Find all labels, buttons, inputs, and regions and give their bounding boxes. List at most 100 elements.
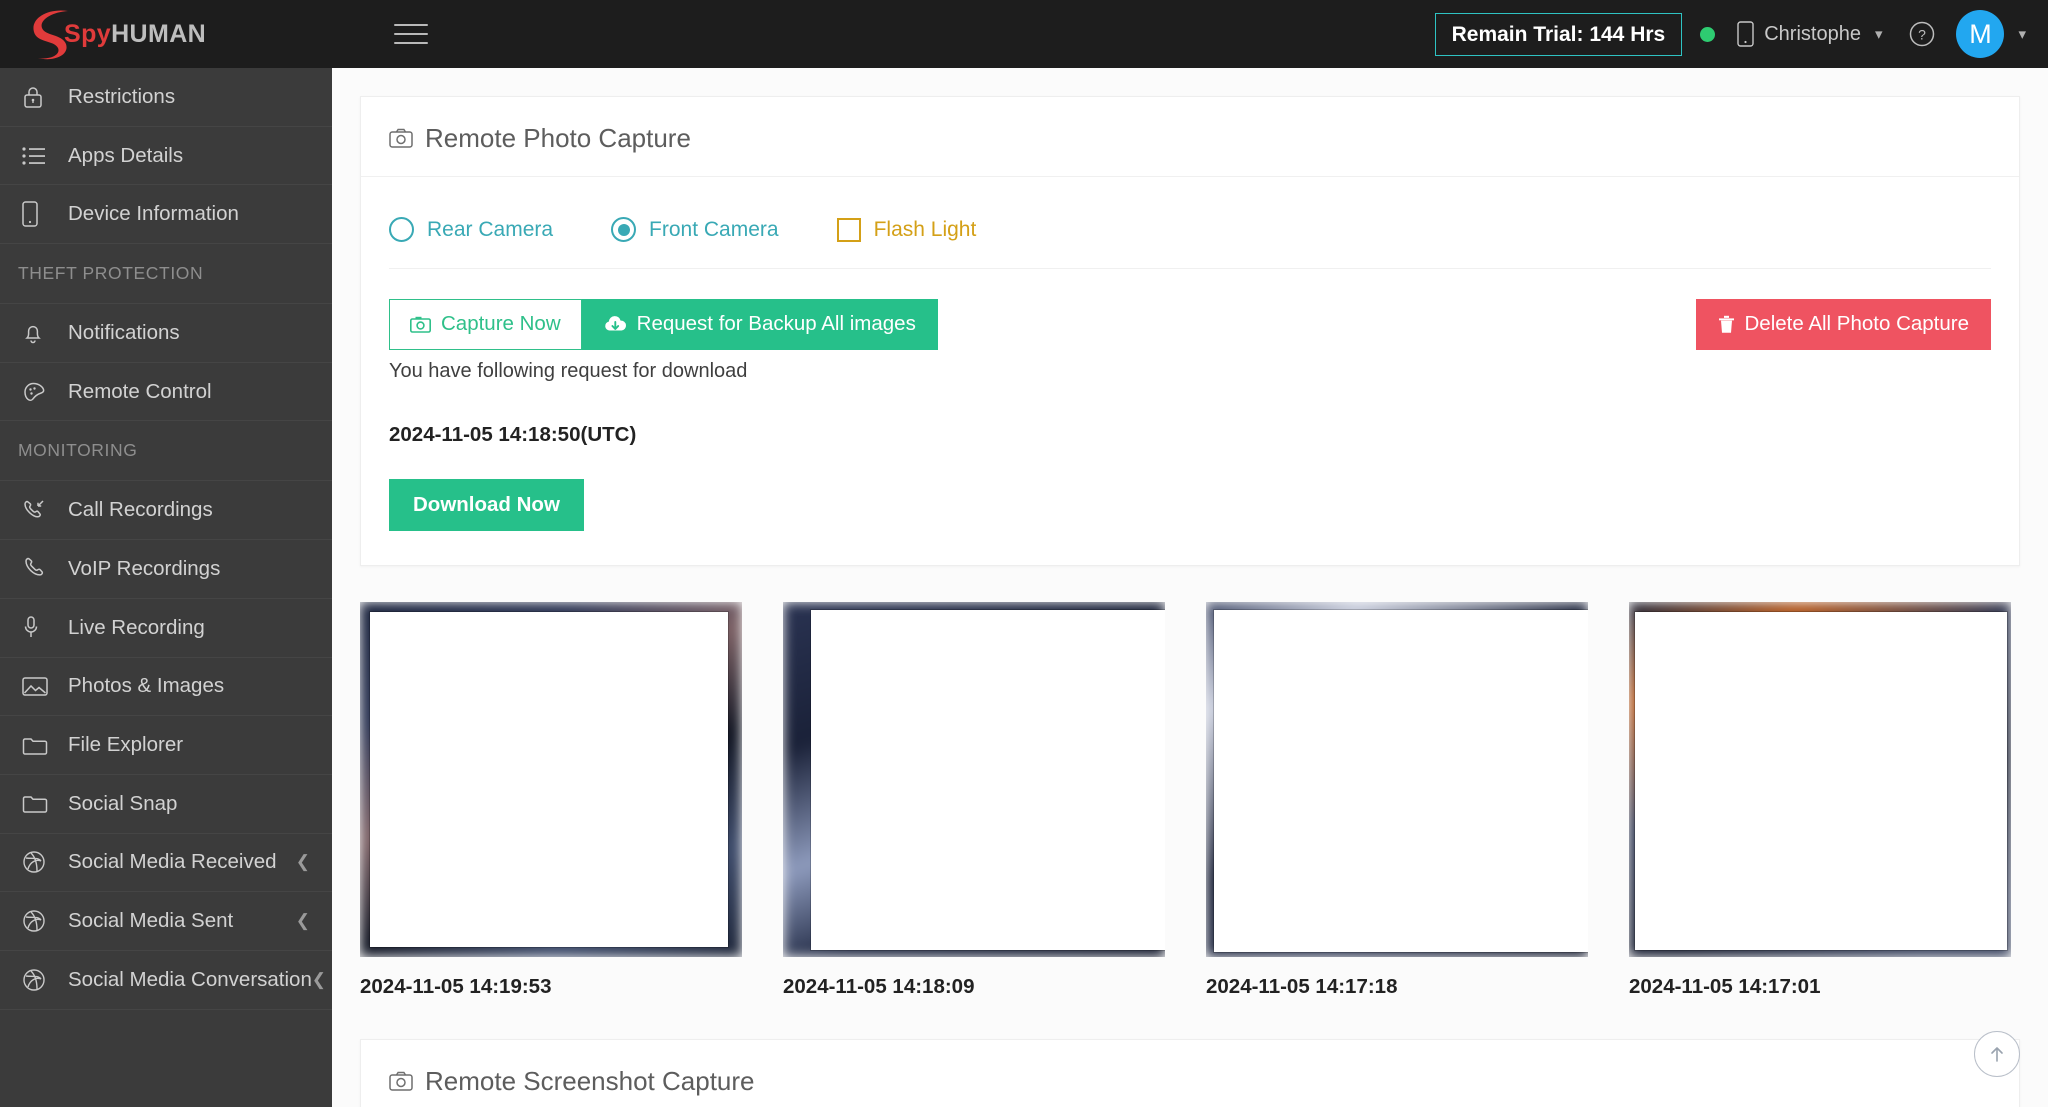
card-title-row: Remote Screenshot Capture xyxy=(361,1040,2019,1107)
photo-thumbnail[interactable] xyxy=(1206,602,1588,957)
top-bar: SpyHUMAN Remain Trial: 144 Hrs Christoph… xyxy=(0,0,2048,68)
list-icon xyxy=(22,146,54,166)
option-rear-camera[interactable]: Rear Camera xyxy=(389,217,553,242)
brand-text: SpyHUMAN xyxy=(64,20,206,49)
option-front-camera[interactable]: Front Camera xyxy=(611,217,779,242)
photo-thumbnail-grid: 2024-11-05 14:19:53 2024-11-05 14:18:09 … xyxy=(360,602,2048,999)
avatar[interactable]: M xyxy=(1956,10,2005,58)
checkbox-flash-light-icon[interactable] xyxy=(836,217,861,242)
device-selector[interactable]: Christophe ▾ xyxy=(1737,21,1882,47)
photo-redaction-overlay xyxy=(370,612,728,947)
dribbble-icon xyxy=(22,909,54,933)
scroll-to-top-button[interactable] xyxy=(1974,1031,2020,1077)
photo-thumbnail[interactable] xyxy=(1629,602,2011,957)
sidebar-item-voip-recordings[interactable]: VoIP Recordings xyxy=(0,540,332,599)
thumbnail-caption: 2024-11-05 14:18:09 xyxy=(783,975,975,998)
sidebar-item-social-media-sent[interactable]: Social Media Sent ❮ xyxy=(0,892,332,951)
device-name: Christophe xyxy=(1764,22,1861,45)
thumbnail-caption: 2024-11-05 14:19:53 xyxy=(360,975,552,998)
menu-toggle-icon[interactable] xyxy=(394,21,428,47)
photo-thumbnail[interactable] xyxy=(360,602,742,957)
camera-options-row: Rear Camera Front Camera Flash Light xyxy=(389,205,1991,269)
thumbnail-cell: 2024-11-05 14:17:18 xyxy=(1206,602,1588,999)
top-bar-right: Remain Trial: 144 Hrs Christophe ▾ ? M ▾ xyxy=(1434,0,2048,68)
option-label: Front Camera xyxy=(649,217,779,241)
option-label: Rear Camera xyxy=(427,217,554,241)
trial-badge[interactable]: Remain Trial: 144 Hrs xyxy=(1434,12,1683,56)
avatar-chevron-down-icon[interactable]: ▾ xyxy=(2018,25,2026,43)
folder-icon xyxy=(22,735,54,756)
cloud-download-icon xyxy=(604,316,626,331)
thumbnail-cell: 2024-11-05 14:17:01 xyxy=(1629,602,2011,999)
remote-screenshot-capture-card: Remote Screenshot Capture xyxy=(360,1039,2020,1107)
thumbnail-caption: 2024-11-05 14:17:01 xyxy=(1629,975,1821,998)
sidebar-section-theft-protection: THEFT PROTECTION xyxy=(0,244,332,305)
photo-thumbnail[interactable] xyxy=(783,602,1165,957)
sidebar-item-label: Device Information xyxy=(68,202,239,226)
spy-swoosh-icon xyxy=(33,10,68,60)
sidebar-item-label: Social Media Received xyxy=(68,850,277,874)
delete-all-photo-capture-button[interactable]: Delete All Photo Capture xyxy=(1695,299,1991,350)
sidebar-item-label: Live Recording xyxy=(68,615,205,639)
sidebar-item-label: Social Media Sent xyxy=(68,909,234,933)
actions-row: Capture Now Request for Backup All image… xyxy=(389,269,1991,531)
dribbble-icon xyxy=(22,968,54,992)
sidebar-item-social-media-received[interactable]: Social Media Received ❮ xyxy=(0,834,332,893)
chevron-down-icon: ▾ xyxy=(1874,26,1883,43)
photo-redaction-overlay xyxy=(811,610,1165,950)
card-title-row: Remote Photo Capture xyxy=(361,97,2019,177)
request-timestamp: 2024-11-05 14:18:50(UTC) xyxy=(389,422,637,446)
brand-logo[interactable]: SpyHUMAN xyxy=(0,0,332,68)
photo-redaction-overlay xyxy=(1635,612,2007,950)
radio-rear-camera-icon[interactable] xyxy=(389,217,414,242)
photo-redaction-overlay xyxy=(1214,610,1588,952)
sidebar-section-monitoring: MONITORING xyxy=(0,421,332,482)
svg-text:?: ? xyxy=(1919,27,1927,43)
option-flash-light[interactable]: Flash Light xyxy=(836,217,977,242)
capture-now-button[interactable]: Capture Now xyxy=(389,299,582,350)
sidebar-item-label: Remote Control xyxy=(68,379,212,403)
sidebar-item-call-recordings[interactable]: Call Recordings xyxy=(0,481,332,541)
sidebar-item-apps-details[interactable]: Apps Details xyxy=(0,127,332,186)
sidebar-item-label: Apps Details xyxy=(68,143,184,167)
sidebar-item-remote-control[interactable]: Remote Control xyxy=(0,363,332,422)
camera-icon xyxy=(410,316,431,333)
sidebar-item-social-snap[interactable]: Social Snap xyxy=(0,775,332,834)
sidebar-item-notifications[interactable]: Notifications xyxy=(0,304,332,363)
sidebar-item-label: VoIP Recordings xyxy=(68,556,221,580)
sidebar-item-label: File Explorer xyxy=(68,733,184,757)
thumbnail-cell: 2024-11-05 14:18:09 xyxy=(783,602,1165,999)
arrow-up-icon xyxy=(1991,1047,2003,1062)
delete-all-label: Delete All Photo Capture xyxy=(1744,312,1970,335)
chevron-left-icon: ❮ xyxy=(295,852,310,872)
call-incoming-icon xyxy=(22,498,54,522)
trash-icon xyxy=(1718,315,1734,333)
help-icon[interactable]: ? xyxy=(1908,20,1936,48)
radio-front-camera-icon[interactable] xyxy=(611,217,637,242)
sidebar-item-photos-images[interactable]: Photos & Images xyxy=(0,658,332,717)
sidebar-item-file-explorer[interactable]: File Explorer xyxy=(0,716,332,775)
capture-now-label: Capture Now xyxy=(441,312,561,335)
sidebar-item-label: Restrictions xyxy=(68,84,176,108)
sidebar-item-live-recording[interactable]: Live Recording xyxy=(0,599,332,658)
option-label: Flash Light xyxy=(873,217,977,241)
gamepad-icon xyxy=(22,381,54,403)
sidebar-item-social-media-conversation[interactable]: Social Media Conversation ❮ xyxy=(0,951,332,1010)
bell-icon xyxy=(22,321,54,345)
page-title: Remote Photo Capture xyxy=(425,123,691,153)
sidebar-item-device-information[interactable]: Device Information xyxy=(0,185,332,245)
request-backup-button[interactable]: Request for Backup All images xyxy=(581,299,938,350)
download-hint: You have following request for download xyxy=(389,359,748,382)
lock-icon xyxy=(22,85,54,109)
download-now-button[interactable]: Download Now xyxy=(389,478,584,531)
folder-icon xyxy=(22,793,54,814)
chevron-left-icon: ❮ xyxy=(311,969,326,989)
online-status-dot xyxy=(1700,26,1716,42)
thumbnail-caption: 2024-11-05 14:17:18 xyxy=(1206,975,1398,998)
phone-icon xyxy=(22,201,54,227)
sidebar-item-restrictions[interactable]: Restrictions xyxy=(0,68,332,127)
microphone-icon xyxy=(22,615,54,640)
sidebar: Restrictions Apps Details Device Informa… xyxy=(0,68,332,1107)
camera-icon xyxy=(389,1071,413,1091)
dribbble-icon xyxy=(22,850,54,874)
